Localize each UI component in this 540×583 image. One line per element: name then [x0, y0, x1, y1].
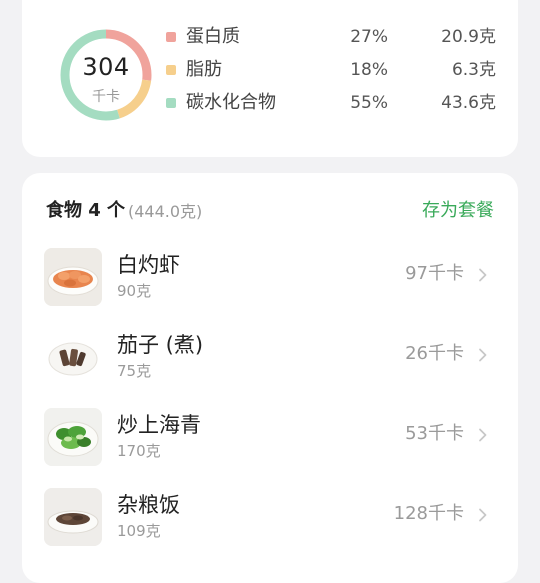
macro-amount: 6.3克	[451, 60, 496, 80]
shrimp-plate-icon	[44, 248, 102, 306]
food-weight: 170克	[117, 442, 161, 460]
food-calories: 97千卡	[405, 263, 464, 284]
food-weight: 109克	[117, 522, 161, 540]
calories-unit-label: 千卡	[92, 89, 120, 105]
macro-name: 脂肪	[186, 59, 222, 80]
foods-total-weight: (444.0克)	[128, 202, 203, 221]
food-name: 茄子 (煮)	[117, 333, 204, 357]
chevron-right-icon	[476, 347, 490, 362]
carbs-color-dot	[166, 98, 176, 108]
save-as-meal-button[interactable]: 存为套餐	[422, 199, 494, 223]
rice-plate-icon	[44, 488, 102, 546]
food-calories: 26千卡	[405, 343, 464, 364]
chevron-right-icon	[476, 427, 490, 442]
macro-percent: 55%	[350, 93, 388, 113]
macro-row-fat: 脂肪 18% 6.3克	[166, 58, 496, 82]
food-row-eggplant[interactable]: 茄子 (煮) 75克 26千卡	[22, 328, 518, 392]
macro-percent: 27%	[350, 27, 388, 47]
foods-list-card: 食物 4 个 (444.0克) 存为套餐 白灼虾 90克 97千卡 茄子 (煮)…	[22, 173, 518, 583]
calorie-donut-chart: 304 千卡	[58, 27, 154, 123]
food-calories: 53千卡	[405, 423, 464, 444]
food-row-shrimp[interactable]: 白灼虾 90克 97千卡	[22, 248, 518, 312]
eggplant-plate-icon	[44, 328, 102, 386]
macro-amount: 43.6克	[441, 93, 496, 113]
macro-row-carbs: 碳水化合物 55% 43.6克	[166, 91, 496, 115]
food-name: 炒上海青	[117, 413, 201, 437]
greens-plate-icon	[44, 408, 102, 466]
nutrition-summary-card: 304 千卡 蛋白质 27% 20.9克 脂肪 18% 6.3克 碳水化合物 5…	[22, 0, 518, 157]
chevron-right-icon	[476, 507, 490, 522]
fat-color-dot	[166, 65, 176, 75]
food-weight: 90克	[117, 282, 152, 300]
food-row-rice[interactable]: 杂粮饭 109克 128千卡	[22, 488, 518, 552]
food-name: 杂粮饭	[117, 493, 180, 517]
macro-name: 蛋白质	[186, 26, 240, 47]
food-weight: 75克	[117, 362, 152, 380]
food-row-greens[interactable]: 炒上海青 170克 53千卡	[22, 408, 518, 472]
macro-row-protein: 蛋白质 27% 20.9克	[166, 25, 496, 49]
macro-name: 碳水化合物	[186, 92, 276, 113]
food-calories: 128千卡	[393, 503, 464, 524]
total-calories-value: 304	[82, 53, 130, 81]
macro-percent: 18%	[350, 60, 388, 80]
protein-color-dot	[166, 32, 176, 42]
food-name: 白灼虾	[117, 253, 180, 277]
foods-count-title: 食物 4 个	[46, 200, 126, 221]
chevron-right-icon	[476, 267, 490, 282]
macro-amount: 20.9克	[441, 27, 496, 47]
